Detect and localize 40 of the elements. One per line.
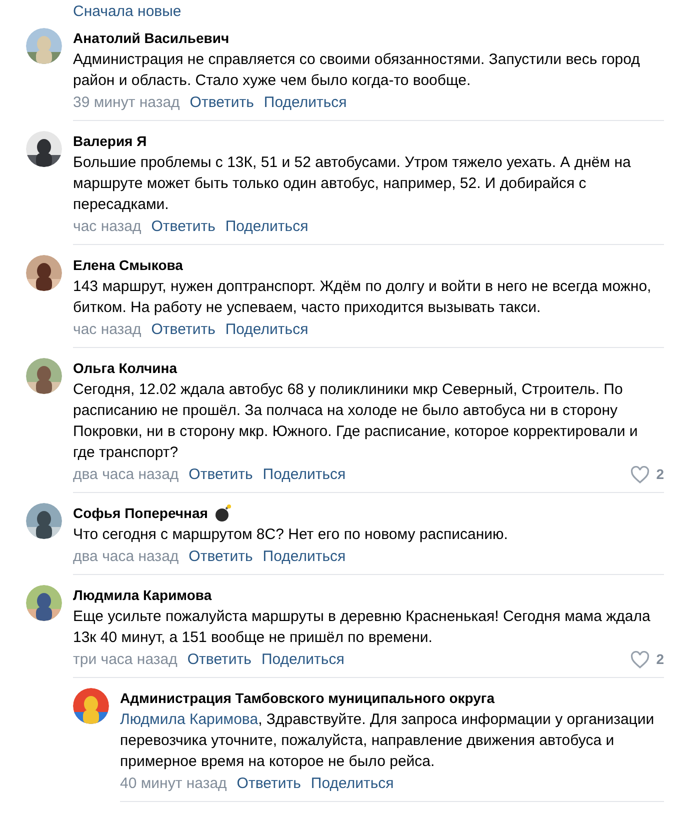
reply-link[interactable]: Ответить xyxy=(187,649,252,670)
share-link[interactable]: Поделиться xyxy=(225,319,308,340)
comment-text: Администрация не справляется со своими обязанностями. Запустили весь город район и область. Стало хуже чем было когда-то вообще. xyxy=(73,50,641,91)
timestamp: два часа назад xyxy=(73,547,179,567)
timestamp: 40 минут назад xyxy=(120,774,227,794)
share-link[interactable]: Поделиться xyxy=(310,773,394,794)
heart-icon xyxy=(630,650,650,668)
share-link[interactable]: Поделиться xyxy=(261,649,344,670)
comment-text: Людмила Каримова, Здравствуйте. Для запроса информации у организации перевозчика уточните, пожалуйста, направление движения автобуса и примерное время на которое не было рейса. xyxy=(120,710,656,772)
reply-link[interactable]: Ответить xyxy=(188,546,253,567)
share-link[interactable]: Поделиться xyxy=(225,216,308,237)
reply-link[interactable]: Ответить xyxy=(151,319,216,340)
author-name[interactable]: Людмила Каримова xyxy=(73,585,212,605)
author-name[interactable]: Елена Смыкова xyxy=(73,255,183,275)
share-link[interactable]: Поделиться xyxy=(262,464,346,485)
timestamp: два часа назад xyxy=(73,465,179,485)
author-name[interactable]: Администрация Тамбовского муниципального округа xyxy=(120,688,495,708)
author-name[interactable]: Валерия Я xyxy=(73,131,147,151)
timestamp: час назад xyxy=(73,217,142,237)
comment-text: Большие проблемы с 13К, 51 и 52 автобусами. Утром тяжело уехать. А днём на маршруте может быть только один автобус, например, 52. И добирайся с пересадками. xyxy=(73,153,632,215)
comment-text: 143 маршрут, нужен доптранспорт. Ждём по долгу и войти в него не всегда можно, битком. На работу не успеваем, часто приходится вызывать такси. xyxy=(73,277,652,318)
author-name[interactable]: Софья Поперечная xyxy=(73,503,208,523)
reply-link[interactable]: Ответить xyxy=(190,92,254,113)
reply-link[interactable]: Ответить xyxy=(236,773,301,794)
timestamp: 39 минут назад xyxy=(73,93,180,113)
comment-text: Еще усильте пожалуйста маршруты в деревню Красненькая! Сегодня мама ждала 13к 40 минут, а 151 вообще не пришёл по времени. xyxy=(73,607,652,648)
comment-text: Сегодня, 12.02 ждала автобус 68 у поликлиники мкр Северный, Строитель. По расписанию не прошёл. За полчаса на холоде не было автобуса ни в сторону Покровки, ни в сторону мкр. Южного. Где расписание, которое корректировали и где транспорт? xyxy=(73,380,639,463)
share-link[interactable]: Поделиться xyxy=(262,546,346,567)
share-link[interactable]: Поделиться xyxy=(264,92,347,113)
heart-icon xyxy=(630,466,650,484)
timestamp: час назад xyxy=(73,320,142,340)
sort-link[interactable]: Сначала новые xyxy=(73,3,182,20)
bomb-icon xyxy=(214,504,232,522)
mention-link[interactable]: Людмила Каримова xyxy=(120,711,258,728)
comment-text: Что сегодня с маршрутом 8С? Нет его по новому расписанию. xyxy=(73,525,509,545)
author-name[interactable]: Анатолий Васильевич xyxy=(73,28,230,48)
author-name[interactable]: Ольга Колчина xyxy=(73,358,177,378)
timestamp: три часа назад xyxy=(73,650,178,670)
reply-link[interactable]: Ответить xyxy=(151,216,216,237)
reply-link[interactable]: Ответить xyxy=(188,464,253,485)
